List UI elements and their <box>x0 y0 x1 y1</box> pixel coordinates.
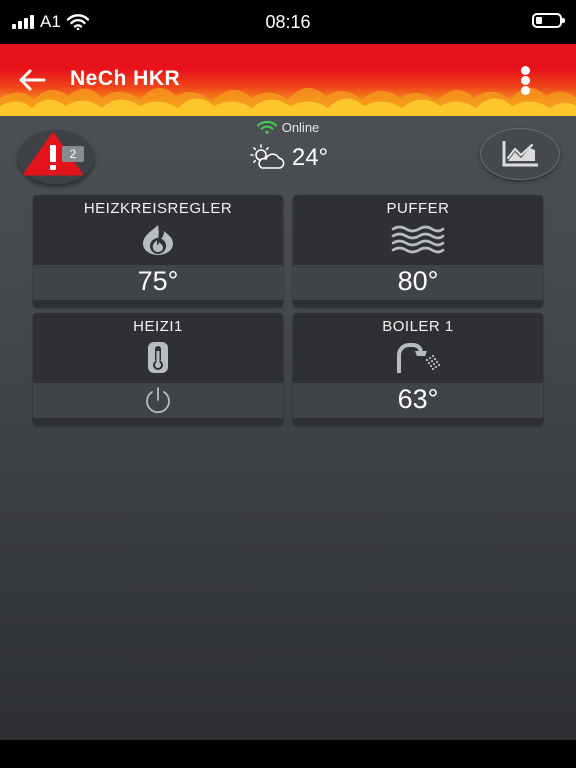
back-arrow-icon[interactable] <box>16 64 48 96</box>
tile-puffer[interactable]: PUFFER 80° <box>293 195 543 307</box>
page-title: NeCh HKR <box>70 67 181 90</box>
tile-title: BOILER 1 <box>382 318 454 335</box>
home-indicator-bar <box>0 740 576 768</box>
tile-title: HEIZKREISREGLER <box>83 200 233 217</box>
thermometer-icon <box>148 342 168 373</box>
connection-status: Online <box>0 120 576 135</box>
clock: 08:16 <box>265 12 311 32</box>
battery-icon <box>532 13 565 28</box>
tile-heizkreisregler[interactable]: HEIZKREISREGLER 75° <box>33 195 283 307</box>
tile-heizi1[interactable]: HEIZI1 <box>33 313 283 425</box>
tile-title: PUFFER <box>386 200 450 217</box>
app-header: NeCh HKR <box>0 44 576 116</box>
tile-value: 80° <box>397 266 439 296</box>
tile-title: HEIZI1 <box>133 318 183 335</box>
status-bar: A1 08:16 <box>0 0 576 44</box>
waves-icon <box>391 225 445 254</box>
tile-value: 75° <box>137 266 179 296</box>
power-icon[interactable] <box>142 385 174 415</box>
more-menu-icon[interactable] <box>518 66 532 96</box>
partly-cloudy-icon <box>250 144 285 169</box>
wifi-online-icon <box>256 121 277 134</box>
connection-status-label: Online <box>281 120 320 135</box>
line-chart-icon <box>502 141 538 167</box>
shower-icon <box>397 343 441 373</box>
flame-icon <box>143 225 173 255</box>
main-panel: 2 Online 24° HEIZKREISREGLER 75° PUFFER … <box>0 116 576 740</box>
chart-button[interactable] <box>480 128 560 180</box>
tile-value: 63° <box>397 384 439 414</box>
outside-temperature: 24° <box>291 144 329 171</box>
tile-boiler-1[interactable]: BOILER 1 63° <box>293 313 543 425</box>
